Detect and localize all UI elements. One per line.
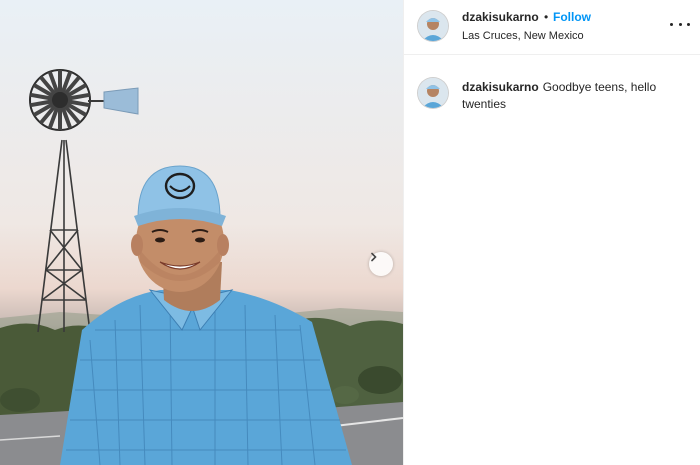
separator-dot: • [544, 10, 549, 24]
caption-avatar[interactable] [418, 78, 448, 108]
more-options-button[interactable] [670, 14, 690, 34]
post-photo[interactable] [0, 0, 403, 465]
next-photo-button[interactable] [369, 252, 393, 276]
photo-scene [0, 69, 403, 465]
post-location[interactable]: Las Cruces, New Mexico [462, 30, 584, 42]
more-horizontal-icon [678, 22, 682, 26]
caption: dzakisukarno Goodbye teens, hello twentie… [462, 79, 677, 113]
avatar[interactable] [418, 11, 448, 41]
more-horizontal-icon [670, 22, 673, 26]
post-info-panel: dzakisukarno • Follow Las Cruces, New Me… [403, 0, 700, 465]
caption-username[interactable]: dzakisukarno [462, 80, 539, 94]
follow-button[interactable]: Follow [553, 10, 591, 24]
post-header: dzakisukarno • Follow Las Cruces, New Me… [404, 0, 700, 55]
more-horizontal-icon [687, 22, 690, 26]
post-username[interactable]: dzakisukarno [462, 10, 539, 24]
